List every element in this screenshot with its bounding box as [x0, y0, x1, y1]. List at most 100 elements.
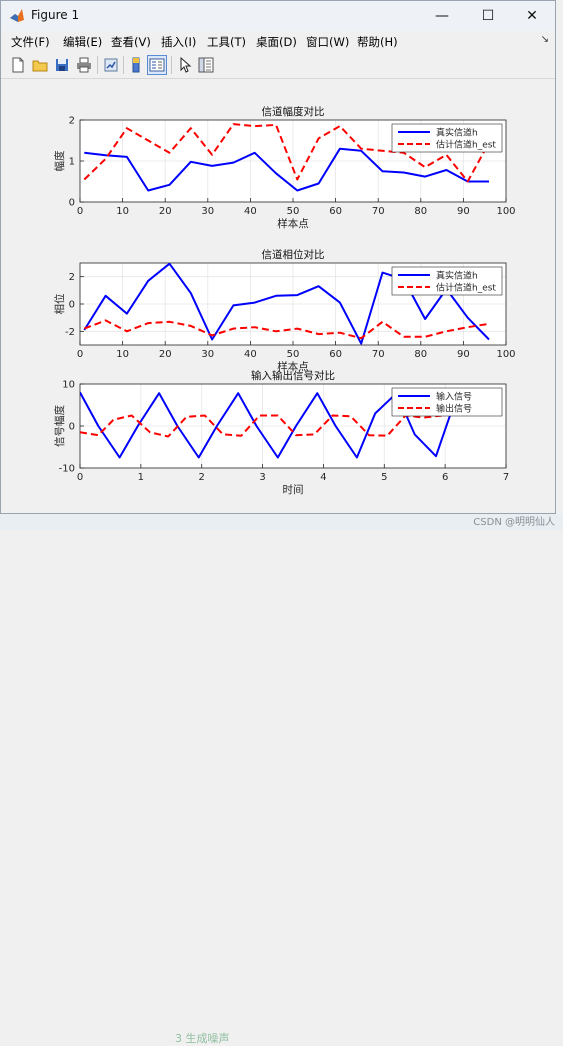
menu-desktop[interactable]: 桌面(D) — [256, 34, 297, 50]
close-button[interactable]: ✕ — [509, 1, 555, 31]
toolbar-separator — [171, 56, 172, 74]
x-tick-label: 30 — [201, 349, 214, 360]
menu-edit[interactable]: 编辑(E) — [63, 34, 102, 50]
link-plot-button[interactable] — [101, 55, 121, 75]
save-button[interactable] — [52, 55, 72, 75]
x-tick-label: 0 — [77, 206, 83, 217]
legend-icon — [149, 58, 165, 72]
x-tick-label: 5 — [381, 472, 387, 483]
pointer-button[interactable] — [175, 55, 195, 75]
x-tick-label: 100 — [496, 349, 515, 360]
title-bar[interactable]: Figure 1 — ☐ ✕ — [1, 1, 555, 31]
y-axis-label: 信号幅度 — [53, 405, 66, 447]
chart-title: 信道幅度对比 — [262, 105, 325, 118]
menu-window[interactable]: 窗口(W) — [306, 34, 349, 50]
legend: 真实信道h估计信道h_est — [391, 123, 503, 153]
maximize-button[interactable]: ☐ — [465, 1, 511, 31]
pointer-icon — [180, 57, 192, 73]
x-tick-label: 70 — [372, 349, 385, 360]
toolbar-separator — [123, 56, 124, 74]
x-tick-label: 40 — [244, 349, 257, 360]
menu-help[interactable]: 帮助(H) — [357, 34, 398, 50]
background-strip: 3 生成噪声 CSDN @明明仙人 — [0, 514, 563, 1045]
legend-label: 真实信道h — [436, 127, 478, 139]
y-tick-label: 0 — [69, 422, 75, 433]
dock-arrow-icon[interactable]: ↘ — [541, 34, 549, 45]
legend-label: 估计信道h_est — [436, 282, 496, 294]
colorbar-icon — [132, 57, 140, 73]
menu-tools[interactable]: 工具(T) — [207, 34, 246, 50]
x-tick-label: 70 — [372, 206, 385, 217]
minimize-button[interactable]: — — [419, 1, 465, 31]
menu-insert[interactable]: 插入(I) — [161, 34, 196, 50]
x-tick-label: 0 — [77, 472, 83, 483]
x-tick-label: 80 — [414, 349, 427, 360]
x-tick-label: 2 — [199, 472, 205, 483]
chart-3: 0 1 2 3 4 5 6 7-10010输入输出信号对比时间信号幅度输入信号输出信号 — [53, 369, 509, 496]
legend-label: 估计信道h_est — [436, 139, 496, 151]
figure-axes-container: 0 10 20 30 40 50 60 70 80 90 100012信道幅度对比样本点幅度真实信道… — [53, 105, 516, 496]
new-figure-icon — [12, 57, 24, 73]
menu-bar: 文件(F) 编辑(E) 查看(V) 插入(I) 工具(T) 桌面(D) 窗口(W… — [1, 31, 555, 51]
watermark: CSDN @明明仙人 — [473, 517, 555, 528]
x-tick-label: 1 — [138, 472, 144, 483]
x-tick-label: 30 — [201, 206, 214, 217]
x-tick-label: 6 — [442, 472, 448, 483]
colorbar-button[interactable] — [126, 55, 146, 75]
save-icon — [56, 59, 68, 71]
toolbar — [1, 52, 555, 79]
toolbar-separator — [97, 56, 98, 74]
x-tick-label: 40 — [244, 206, 257, 217]
chart-title: 信道相位对比 — [262, 248, 325, 261]
legend-label: 真实信道h — [436, 270, 478, 282]
y-axis-label: 相位 — [53, 293, 66, 314]
legend-button[interactable] — [147, 55, 167, 75]
x-tick-label: 60 — [329, 349, 342, 360]
y-tick-label: 1 — [69, 157, 75, 168]
print-button[interactable] — [74, 55, 94, 75]
property-inspector-icon — [198, 57, 214, 73]
x-tick-label: 20 — [159, 349, 172, 360]
x-tick-label: 0 — [77, 349, 83, 360]
x-tick-label: 10 — [116, 206, 129, 217]
y-tick-label: 0 — [69, 198, 75, 209]
x-tick-label: 60 — [329, 206, 342, 217]
legend-label: 输入信号 — [436, 391, 472, 403]
y-tick-label: -10 — [59, 464, 75, 475]
x-tick-label: 4 — [320, 472, 326, 483]
x-tick-label: 7 — [503, 472, 509, 483]
maximize-icon: ☐ — [481, 8, 495, 24]
open-button[interactable] — [30, 55, 50, 75]
y-tick-label: 2 — [69, 272, 75, 283]
legend: 输入信号输出信号 — [391, 387, 503, 417]
figure-canvas: 0 10 20 30 40 50 60 70 80 90 100 0 1 2 信道幅度对比 样本点 幅度 真实信道… — [1, 79, 555, 513]
x-tick-label: 90 — [457, 206, 470, 217]
x-tick-label: 50 — [287, 206, 300, 217]
minimize-icon: — — [435, 8, 449, 24]
print-icon — [77, 57, 91, 73]
x-tick-label: 50 — [287, 349, 300, 360]
y-tick-label: 2 — [69, 116, 75, 127]
figure-window: Figure 1 — ☐ ✕ 文件(F) 编辑(E) 查看(V) 插入(I) 工… — [0, 0, 556, 514]
new-figure-button[interactable] — [8, 55, 28, 75]
y-axis-label: 幅度 — [53, 150, 66, 171]
x-tick-label: 3 — [259, 472, 265, 483]
open-icon — [32, 60, 48, 72]
x-axis-label: 时间 — [283, 483, 304, 496]
y-tick-label: -2 — [65, 327, 75, 338]
x-tick-label: 10 — [116, 349, 129, 360]
legend: 真实信道h估计信道h_est — [391, 266, 503, 296]
x-axis-label: 样本点 — [277, 217, 309, 230]
window-title: Figure 1 — [31, 8, 80, 22]
chart-1: 0 10 20 30 40 50 60 70 80 90 100 0 1 2 信道幅度对比样本点 幅度 真实信道… — [53, 105, 516, 230]
menu-view[interactable]: 查看(V) — [111, 34, 151, 50]
x-tick-label: 100 — [496, 206, 515, 217]
menu-file[interactable]: 文件(F) — [11, 34, 50, 50]
chart-title: 输入输出信号对比 — [251, 369, 335, 382]
y-tick-label: 10 — [62, 380, 75, 391]
x-tick-label: 90 — [457, 349, 470, 360]
background-peek-text: 3 生成噪声 — [175, 1032, 230, 1045]
x-tick-label: 80 — [414, 206, 427, 217]
property-inspector-button[interactable] — [196, 55, 216, 75]
y-tick-label: 0 — [69, 300, 75, 311]
